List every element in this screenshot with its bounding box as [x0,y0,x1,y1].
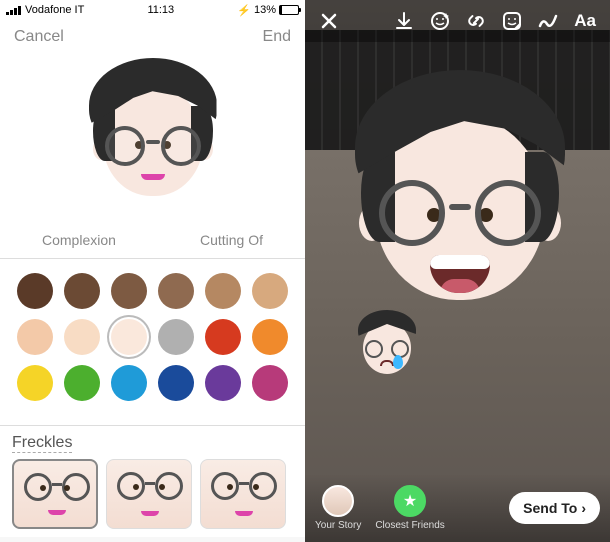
color-swatch[interactable] [111,365,147,401]
send-to-label: Send To [523,500,577,516]
your-story-label: Your Story [315,520,361,531]
color-swatch[interactable] [252,273,288,309]
color-swatch[interactable] [111,273,147,309]
story-toolbar: Aa [305,0,610,42]
freckles-option-none[interactable] [12,459,98,529]
memoji-sticker-small-sad[interactable] [355,310,419,374]
color-swatch[interactable] [111,319,147,355]
color-swatch[interactable] [158,273,194,309]
color-swatch[interactable] [205,319,241,355]
color-swatch[interactable] [158,365,194,401]
tab-complexion[interactable]: Complexion [22,232,136,248]
freckles-heading: Freckles [12,434,72,453]
link-button[interactable] [460,5,492,37]
color-swatch[interactable] [17,365,53,401]
star-icon: ★ [394,485,426,517]
story-composer-panel: Aa Your Story ★ Closest Friends Send To … [305,0,610,542]
status-bar: Vodafone IT 11:13 ⚡ 13% [0,0,305,20]
link-icon [465,10,487,32]
smiley-sparkle-icon [429,10,451,32]
clock-label: 11:13 [147,4,174,16]
color-swatch[interactable] [64,365,100,401]
color-swatch[interactable] [205,273,241,309]
memoji-sticker-large[interactable] [345,70,575,300]
memoji-avatar [83,56,223,196]
editor-nav-bar: Cancel End [0,20,305,46]
color-swatch[interactable] [158,319,194,355]
send-to-button[interactable]: Send To › [509,492,600,524]
chevron-right-icon: › [581,500,586,516]
attribute-tabs: Complexion Cutting Of [0,226,305,259]
color-picker [0,259,305,426]
save-button[interactable] [388,5,420,37]
memoji-editor-panel: Vodafone IT 11:13 ⚡ 13% Cancel End Compl… [0,0,305,542]
charging-icon: ⚡ [237,4,251,17]
close-button[interactable] [313,5,345,37]
signal-icon [6,6,21,15]
close-icon [319,11,339,31]
avatar-icon [322,485,354,517]
closest-friends-label: Closest Friends [375,520,444,531]
color-swatch[interactable] [252,319,288,355]
cancel-button[interactable]: Cancel [14,28,64,46]
closest-friends-button[interactable]: ★ Closest Friends [375,485,444,531]
freckles-option-light[interactable] [106,459,192,529]
battery-icon [279,5,299,15]
color-swatch[interactable] [205,365,241,401]
download-icon [393,10,415,32]
story-footer: Your Story ★ Closest Friends Send To › [305,474,610,542]
tab-cutting[interactable]: Cutting Of [180,232,283,248]
avatar-preview [0,46,305,226]
sticker-icon [501,10,523,32]
face-filter-button[interactable] [424,5,456,37]
your-story-button[interactable]: Your Story [315,485,361,531]
freckles-option-heavy[interactable] [200,459,286,529]
color-swatch[interactable] [64,273,100,309]
tear-icon [393,355,403,369]
color-swatch[interactable] [17,273,53,309]
color-swatch[interactable] [17,319,53,355]
text-tool-button[interactable]: Aa [568,11,602,31]
color-swatch[interactable] [252,365,288,401]
freckles-section: Freckles [0,426,305,537]
color-swatch[interactable] [64,319,100,355]
carrier-label: Vodafone IT [25,4,84,16]
draw-button[interactable] [532,5,564,37]
battery-percent: 13% [254,4,276,16]
draw-icon [537,10,559,32]
done-button[interactable]: End [263,28,291,46]
sticker-button[interactable] [496,5,528,37]
